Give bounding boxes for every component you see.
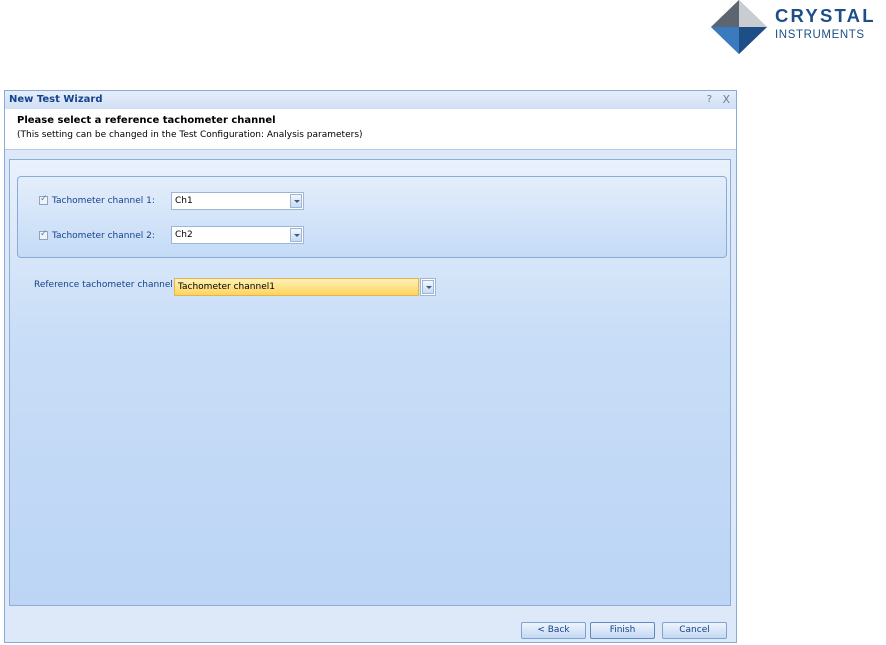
chevron-down-icon[interactable] bbox=[290, 228, 302, 242]
wizard-footer: < Back Finish Cancel bbox=[5, 611, 736, 642]
title-bar: New Test Wizard ? X bbox=[5, 91, 736, 110]
reference-tachometer-select[interactable]: Tachometer channel1 bbox=[174, 278, 419, 296]
tachometer-group: Tachometer channel 1: Ch1 Tachometer cha… bbox=[17, 176, 727, 258]
page-title: Please select a reference tachometer cha… bbox=[17, 115, 276, 126]
finish-button[interactable]: Finish bbox=[590, 622, 655, 639]
chevron-down-icon[interactable] bbox=[290, 194, 302, 208]
tachometer-1-value: Ch1 bbox=[175, 196, 193, 206]
crystal-instruments-logo: CRYSTAL INSTRUMENTS bbox=[711, 0, 886, 54]
logo-line2: INSTRUMENTS bbox=[775, 29, 865, 41]
wizard-header: Please select a reference tachometer cha… bbox=[5, 109, 736, 150]
help-icon[interactable]: ? bbox=[707, 94, 712, 105]
reference-tachometer-value: Tachometer channel1 bbox=[178, 282, 275, 292]
wizard-body: Tachometer channel 1: Ch1 Tachometer cha… bbox=[9, 159, 731, 606]
page-subtitle: (This setting can be changed in the Test… bbox=[17, 130, 363, 140]
tachometer-1-select[interactable]: Ch1 bbox=[171, 192, 304, 210]
new-test-wizard-window: New Test Wizard ? X Please select a refe… bbox=[4, 90, 737, 643]
chevron-down-icon[interactable] bbox=[422, 280, 434, 294]
close-icon[interactable]: X bbox=[722, 93, 730, 106]
reference-dropdown-button[interactable] bbox=[420, 278, 436, 296]
tachometer-1-checkbox[interactable] bbox=[39, 194, 48, 205]
logo-line1: CRYSTAL bbox=[775, 5, 876, 26]
diamond-logo-icon bbox=[711, 0, 767, 54]
reference-tachometer-label: Reference tachometer channel bbox=[34, 280, 173, 290]
back-button[interactable]: < Back bbox=[521, 622, 586, 639]
window-title: New Test Wizard bbox=[9, 94, 103, 105]
tachometer-2-select[interactable]: Ch2 bbox=[171, 226, 304, 244]
tachometer-2-checkbox[interactable] bbox=[39, 229, 48, 240]
cancel-button[interactable]: Cancel bbox=[662, 622, 727, 639]
tachometer-2-label: Tachometer channel 2: bbox=[52, 231, 155, 241]
tachometer-2-value: Ch2 bbox=[175, 230, 193, 240]
tachometer-1-label: Tachometer channel 1: bbox=[52, 196, 155, 206]
